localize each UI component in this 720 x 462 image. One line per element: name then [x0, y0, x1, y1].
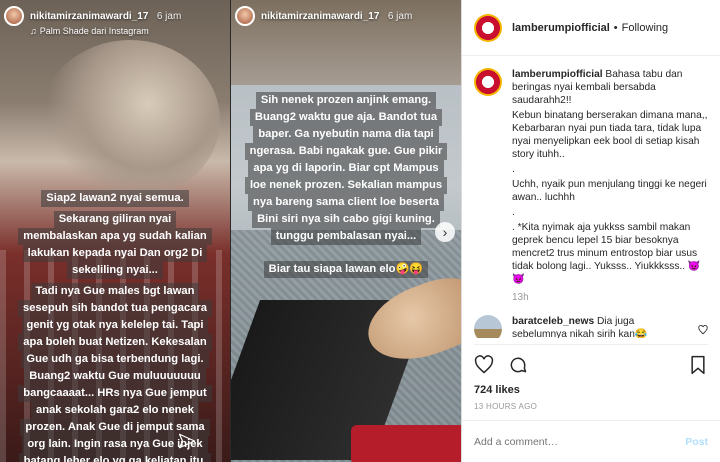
caption-line: lakukan kepada nyai Dan org2 Di	[22, 245, 208, 262]
comment-row: baratceleb_news Dia juga sebelumnya nika…	[474, 315, 708, 338]
likes-count[interactable]: 724 likes	[474, 384, 520, 396]
bookmark-icon[interactable]	[688, 355, 708, 375]
comment-input[interactable]	[474, 435, 686, 448]
story-header: nikitamirzanimawardi_17 6 jam ♫ Palm Shad…	[0, 0, 230, 40]
post-actions	[474, 344, 708, 375]
post-header: lamberumpiofficial • Following	[462, 0, 720, 56]
caption-line: bangcaaaat... HRs nya Gue jemput	[18, 385, 212, 402]
caption-line: apa yg di laporin. Biar cpt Mampus	[248, 160, 444, 177]
caption-line: apa boleh buat Netizen. Kekesalan	[18, 334, 212, 351]
caption-text: Kebun binatang berserakan dimana mana,, …	[512, 110, 708, 160]
caption-line: baper. Ga nyebutin nama dia tapi	[253, 126, 439, 143]
story-time: 6 jam	[387, 11, 413, 22]
caption-line: Gue udh ga bisa terbendung lagi.	[21, 351, 209, 368]
story-avatar[interactable]	[235, 6, 255, 26]
caption-line: nya bareng sama client loe beserta	[248, 194, 444, 211]
caption-line: ngerasa. Babi ngakak gue. Gue pikir	[244, 143, 448, 160]
caption-line: Sekarang giliran nyai	[53, 211, 177, 228]
story-username[interactable]: nikitamirzanimawardi_17	[30, 11, 148, 22]
caption-line: Siap2 lawan2 nyai semua.	[41, 190, 189, 207]
story-panel-1[interactable]: nikitamirzanimawardi_17 6 jam ♫ Palm Shad…	[0, 0, 230, 462]
post-panel: lamberumpiofficial • Following lamberump…	[461, 0, 720, 462]
caption-text: Uchh, nyaik pun menjulang tinggi ke nege…	[512, 179, 707, 203]
following-button[interactable]: Following	[622, 22, 668, 34]
story-time: 6 jam	[156, 11, 182, 22]
caption-line: Buang2 waktu gue aja. Bandot tua	[249, 109, 443, 126]
caption-text: .	[512, 164, 515, 175]
story-music-label[interactable]: ♫ Palm Shade dari Instagram	[30, 26, 181, 36]
story-header: nikitamirzanimawardi_17 6 jam	[231, 0, 461, 40]
caption-line: Bini siri nya sih cabo gigi kuning.	[252, 211, 440, 228]
caption-text: . *Kita nyimak aja yukkss sambil makan g…	[512, 222, 701, 285]
caption-line: tunggu pembalasan nyai...	[270, 228, 422, 245]
caption-line: Sih nenek prozen anjink emang.	[255, 92, 437, 109]
music-note-icon: ♫	[30, 26, 37, 36]
avatar[interactable]	[474, 68, 502, 96]
story-photo-hair	[40, 40, 220, 200]
story-username[interactable]: nikitamirzanimawardi_17	[261, 11, 379, 22]
caption-time: 13h	[512, 292, 529, 303]
separator-dot: •	[613, 21, 618, 34]
caption-line: anak sekolah gara2 elo nenek	[31, 402, 199, 419]
caption-line: sekeliling nyai...	[67, 262, 163, 279]
send-icon[interactable]	[178, 432, 196, 450]
caption-username[interactable]: lamberumpiofficial	[512, 69, 603, 80]
caption-comment: lamberumpiofficial Bahasa tabu dan berin…	[474, 68, 708, 303]
story-caption: Siap2 lawan2 nyai semua. Sekarang gilira…	[4, 190, 226, 462]
caption-line: loe nenek prozen. Sekalian mampus	[244, 177, 448, 194]
comments-section: lamberumpiofficial Bahasa tabu dan berin…	[474, 68, 708, 338]
story-panel-2[interactable]: nikitamirzanimawardi_17 6 jam Sih nenek …	[230, 0, 461, 462]
heart-icon[interactable]	[698, 325, 708, 335]
caption-line: sesepuh sih bandot tua pengacara	[17, 300, 212, 317]
avatar[interactable]	[474, 13, 502, 42]
add-comment-bar: Post	[462, 420, 720, 462]
story-avatar[interactable]	[4, 6, 24, 26]
comment-icon[interactable]	[508, 355, 528, 375]
heart-icon[interactable]	[474, 355, 494, 375]
post-button[interactable]: Post	[685, 436, 708, 448]
post-timestamp: 13 HOURS AGO	[474, 402, 538, 411]
post-username[interactable]: lamberumpiofficial	[512, 22, 610, 34]
story-caption: Sih nenek prozen anjink emang. Buang2 wa…	[237, 92, 455, 245]
story-photo-red-bag	[351, 425, 461, 462]
chevron-right-icon[interactable]: ›	[435, 222, 455, 242]
caption-line: genit yg otak nya kelelep tai. Tapi	[21, 317, 209, 334]
caption-line: membalaskan apa yg sudah kalian	[18, 228, 212, 245]
caption-line: batang leher elo yg ga keliatan itu.	[18, 453, 212, 462]
avatar[interactable]	[474, 315, 502, 338]
comment-username[interactable]: baratceleb_news	[512, 316, 594, 327]
caption-line: Buang2 waktu Gue muluuuuuuu	[24, 368, 206, 385]
caption-line: Tadi nya Gue males bgt lawan	[30, 283, 200, 300]
story-caption-secondary: Biar tau siapa lawan elo🤪😝	[241, 261, 451, 278]
caption-line: Biar tau siapa lawan elo🤪😝	[263, 261, 429, 278]
caption-text: .	[512, 207, 515, 218]
